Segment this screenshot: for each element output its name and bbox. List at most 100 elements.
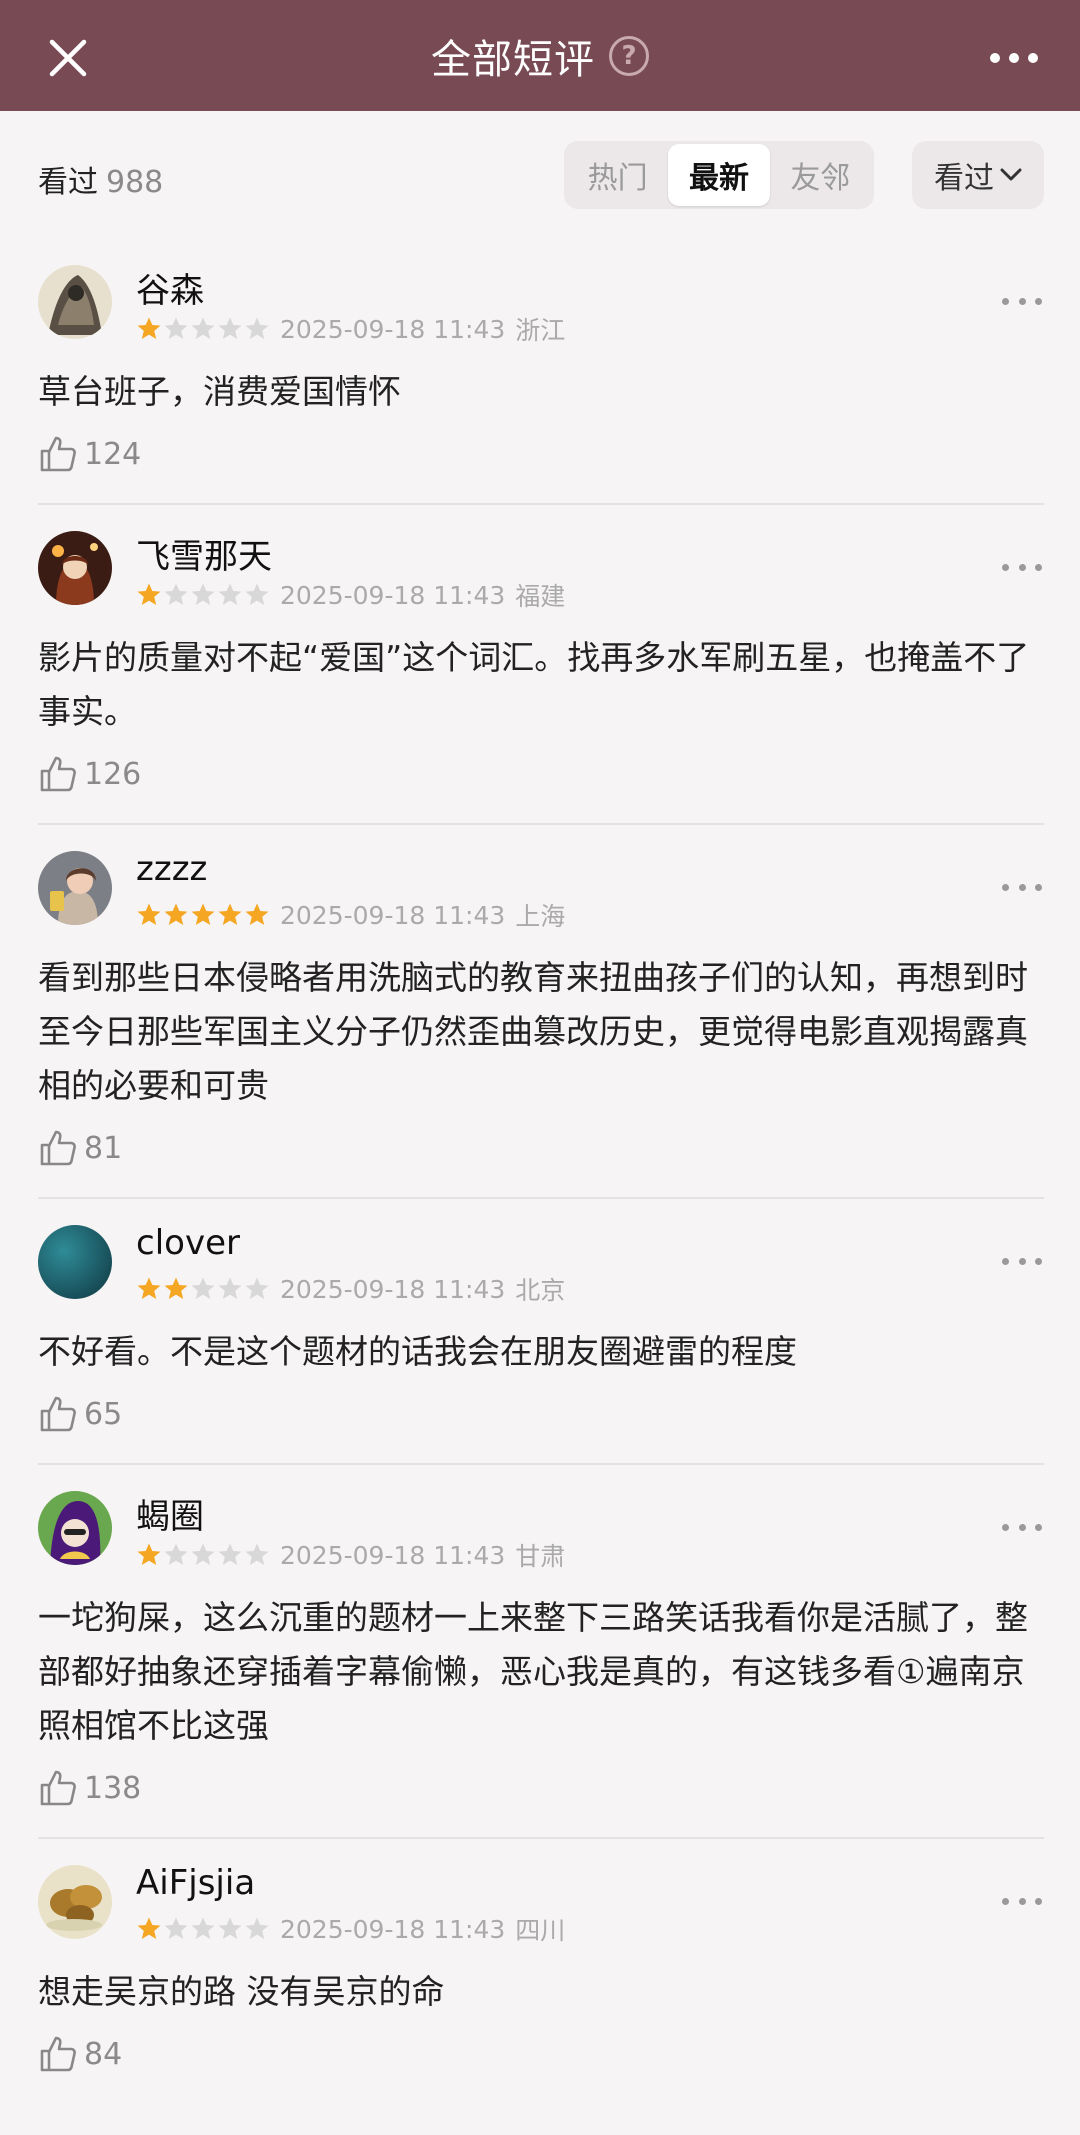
like-count: 124 — [84, 436, 142, 472]
thumbs-up-icon — [40, 2036, 76, 2072]
comment-text: 一坨狗屎，这么沉重的题材一上来整下三路笑话我看你是活腻了，整部都好抽象还穿插着字… — [38, 1598, 1028, 1745]
more-dot — [1002, 883, 1009, 891]
star-empty-icon — [245, 1543, 269, 1565]
like-button[interactable]: 138 — [38, 1753, 1044, 1823]
thumbs-up-icon — [40, 1130, 76, 1166]
star-filled-icon — [164, 1277, 188, 1299]
username[interactable]: 谷森 — [136, 263, 204, 312]
close-button[interactable] — [40, 30, 96, 86]
comment-text: 看到那些日本侵略者用洗脑式的教育来扭曲孩子们的认知，再想到时至今日那些军国主义分… — [38, 958, 1028, 1105]
star-empty-icon — [164, 583, 188, 605]
comment-header: 谷森 2025-09-18 11:43 浙江 — [38, 265, 1044, 365]
more-dot — [1035, 297, 1042, 305]
star-empty-icon — [164, 1917, 188, 1939]
thumbs-up-icon — [40, 436, 76, 472]
more-dot — [1002, 1257, 1009, 1265]
avatar[interactable] — [38, 265, 112, 339]
like-button[interactable]: 81 — [38, 1113, 1044, 1183]
star-empty-icon — [191, 317, 215, 339]
star-empty-icon — [218, 317, 242, 339]
comment-more-button[interactable] — [1002, 1517, 1042, 1537]
star-filled-icon — [164, 903, 188, 925]
comment-location: 上海 — [515, 902, 566, 931]
like-button[interactable]: 84 — [38, 2019, 1044, 2089]
more-button[interactable] — [982, 36, 1046, 80]
comment-meta: 2025-09-18 11:43 北京 — [136, 1271, 565, 1307]
comment-header: zzzz 2025-09-18 11:43 上海 — [38, 849, 1044, 951]
comment-meta: 2025-09-18 11:43 福建 — [136, 577, 565, 613]
status-filter-dropdown[interactable]: 看过 — [912, 141, 1044, 209]
username[interactable]: zzzz — [136, 849, 207, 889]
comment-more-button[interactable] — [1002, 877, 1042, 897]
username[interactable]: 飞雪那天 — [136, 529, 272, 578]
star-empty-icon — [191, 1277, 215, 1299]
comment-more-button[interactable] — [1002, 557, 1042, 577]
avatar[interactable] — [38, 1491, 112, 1565]
more-dot — [1035, 1257, 1042, 1265]
comment-more-button[interactable] — [1002, 1251, 1042, 1271]
tab-latest[interactable]: 最新 — [668, 144, 770, 206]
comment-datetime: 2025-09-18 11:43 — [280, 900, 506, 930]
star-empty-icon — [245, 583, 269, 605]
thumbs-up-icon — [40, 1770, 76, 1806]
comment-item: clover 2025-09-18 11:43 北京 不好看。不是这个题材的话我… — [38, 1223, 1044, 1465]
seen-count-number: 988 — [106, 165, 164, 200]
star-empty-icon — [191, 1543, 215, 1565]
star-empty-icon — [218, 583, 242, 605]
comment-item: 蝎圈 2025-09-18 11:43 甘肃 一坨狗屎，这么沉重的题材一上来整下… — [38, 1491, 1044, 1839]
username[interactable]: clover — [136, 1223, 240, 1263]
star-empty-icon — [218, 1277, 242, 1299]
comment-location: 浙江 — [515, 316, 566, 345]
star-filled-icon — [245, 903, 269, 925]
like-count: 138 — [84, 1770, 142, 1806]
chevron-down-icon — [1000, 168, 1022, 181]
comment-text: 草台班子，消费爱国情怀 — [38, 372, 401, 411]
star-empty-icon — [164, 1543, 188, 1565]
comment-meta: 2025-09-18 11:43 甘肃 — [136, 1537, 565, 1573]
question-icon[interactable]: ? — [609, 35, 649, 76]
comment-more-button[interactable] — [1002, 1891, 1042, 1911]
more-dot — [1018, 1523, 1026, 1531]
comment-meta: 2025-09-18 11:43 四川 — [136, 1911, 565, 1947]
more-dot — [1035, 1897, 1042, 1905]
more-dot — [1002, 563, 1009, 571]
tab-friends[interactable]: 友邻 — [770, 144, 871, 206]
like-count: 126 — [84, 756, 142, 792]
username[interactable]: 蝎圈 — [136, 1489, 204, 1538]
star-filled-icon — [137, 1917, 161, 1939]
star-empty-icon — [191, 1917, 215, 1939]
comment-location: 北京 — [515, 1276, 566, 1305]
seen-count-label: 看过 — [38, 165, 98, 200]
avatar[interactable] — [38, 531, 112, 605]
comment-item: AiFjsjia 2025-09-18 11:43 四川 想走吴京的路 没有吴京… — [38, 1863, 1044, 2089]
comment-header: clover 2025-09-18 11:43 北京 — [38, 1223, 1044, 1325]
avatar[interactable] — [38, 1225, 112, 1299]
like-count: 81 — [84, 1130, 123, 1166]
avatar[interactable] — [38, 1865, 112, 1939]
more-dot — [1018, 883, 1026, 891]
comment-item: 谷森 2025-09-18 11:43 浙江 草台班子，消费爱国情怀 124 — [38, 265, 1044, 505]
comment-meta: 2025-09-18 11:43 上海 — [136, 897, 565, 933]
more-dot — [1002, 297, 1009, 305]
username[interactable]: AiFjsjia — [136, 1863, 255, 1903]
star-filled-icon — [137, 317, 161, 339]
tab-hot[interactable]: 热门 — [567, 144, 668, 206]
comment-more-button[interactable] — [1002, 291, 1042, 311]
avatar[interactable] — [38, 851, 112, 925]
like-button[interactable]: 65 — [38, 1379, 1044, 1449]
comment-datetime: 2025-09-18 11:43 — [280, 1274, 506, 1304]
more-dot — [1009, 53, 1019, 63]
more-dot — [1018, 1257, 1026, 1265]
rating-stars — [136, 1542, 270, 1568]
comment-location: 福建 — [515, 582, 566, 611]
more-dot — [1002, 1523, 1009, 1531]
star-filled-icon — [218, 903, 242, 925]
star-filled-icon — [137, 583, 161, 605]
like-button[interactable]: 124 — [38, 419, 1044, 489]
comment-location: 甘肃 — [515, 1542, 566, 1571]
more-dot — [1018, 297, 1026, 305]
like-button[interactable]: 126 — [38, 739, 1044, 809]
comment-meta: 2025-09-18 11:43 浙江 — [136, 311, 565, 347]
comment-item: zzzz 2025-09-18 11:43 上海 看到那些日本侵略者用洗脑式的教… — [38, 849, 1044, 1199]
comment-header: AiFjsjia 2025-09-18 11:43 四川 — [38, 1863, 1044, 1965]
